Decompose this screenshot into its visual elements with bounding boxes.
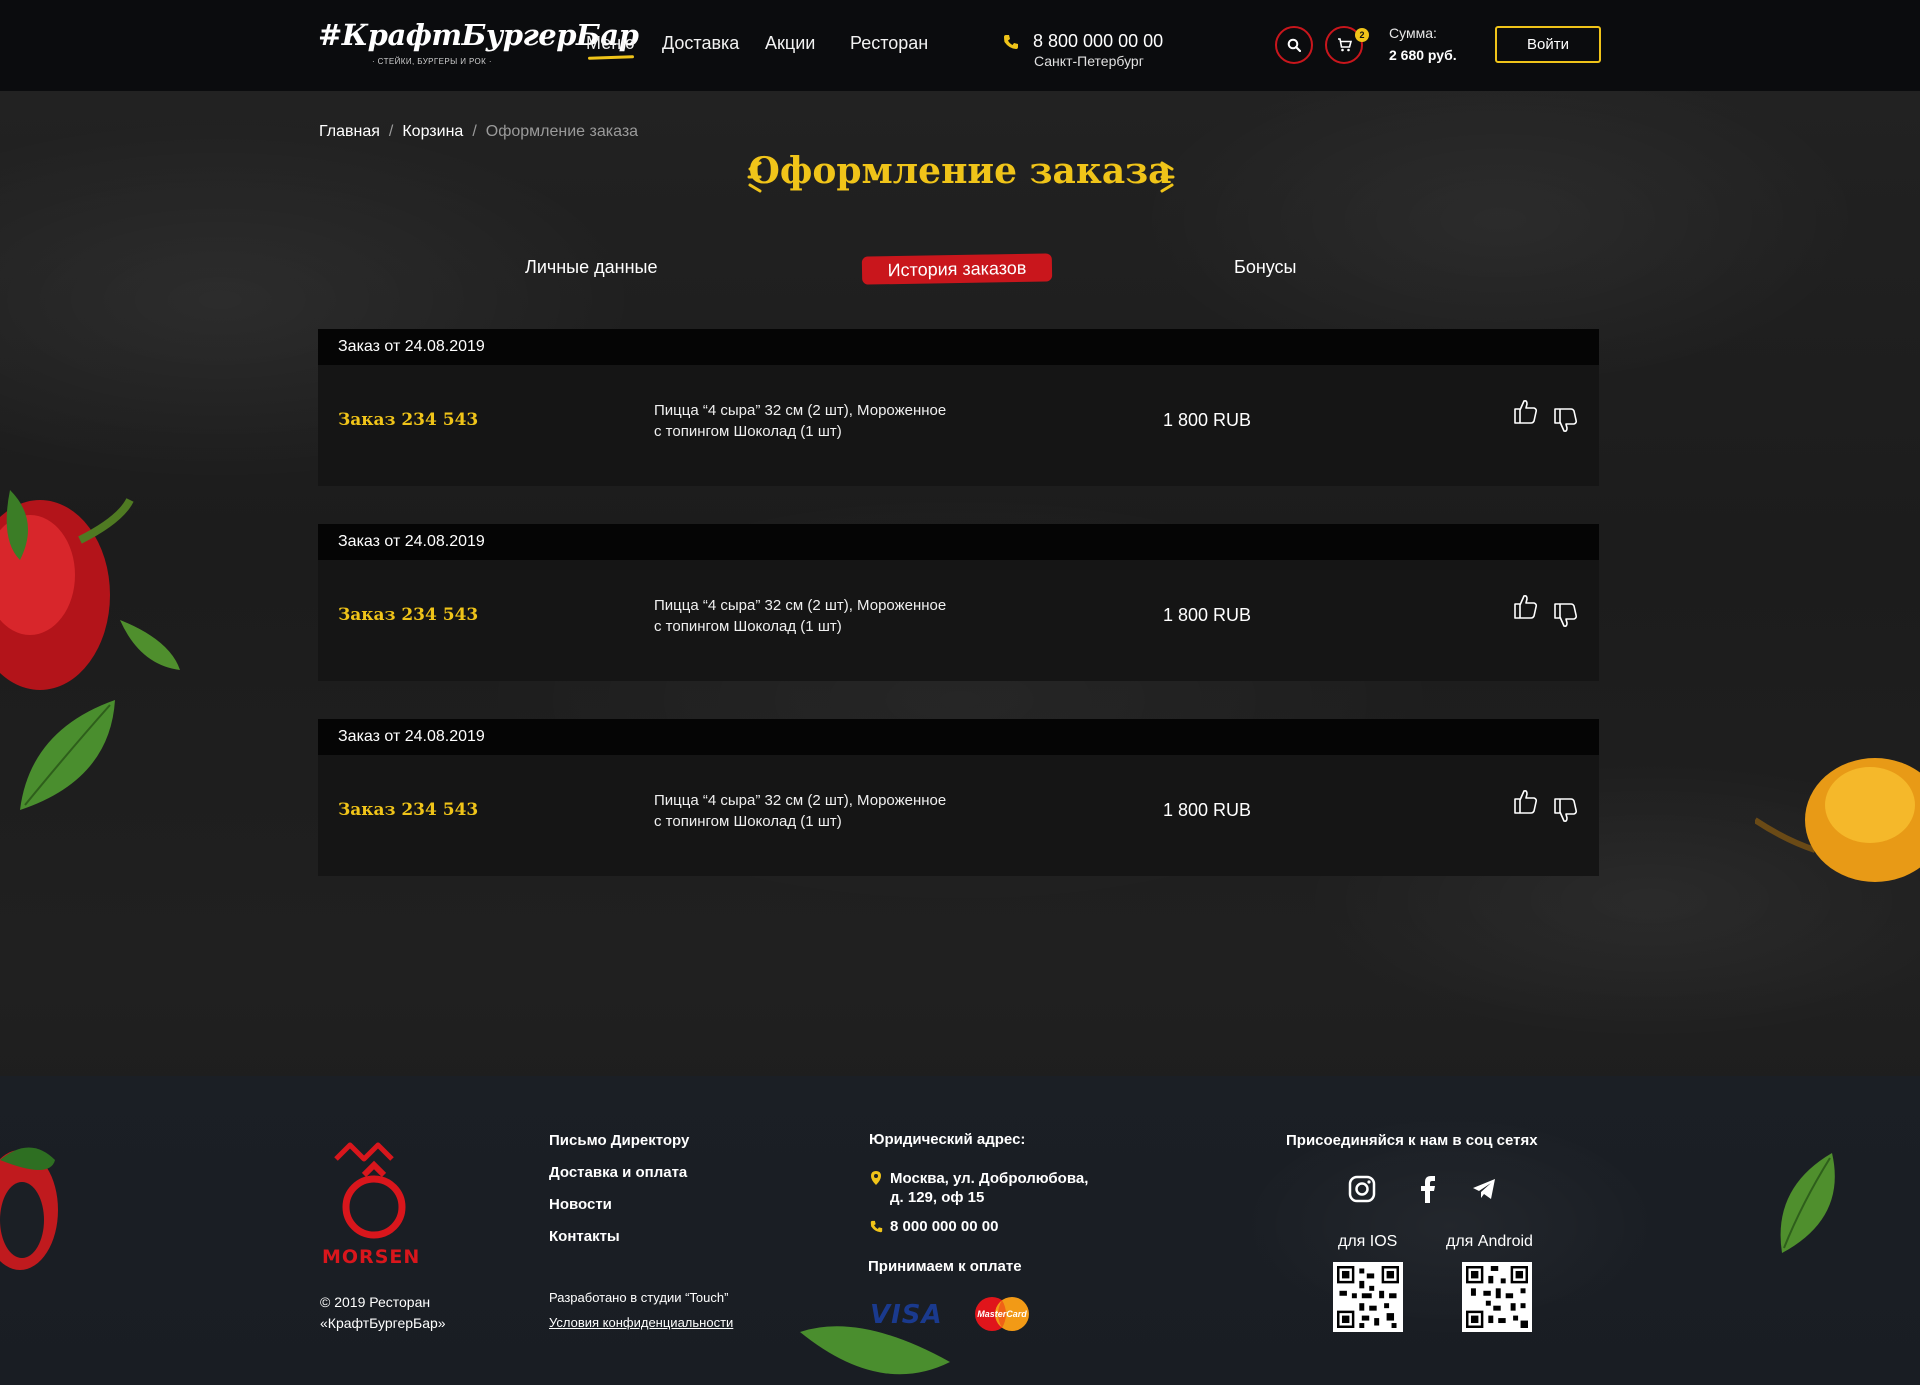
order-date: Заказ от 24.08.2019 — [318, 719, 1599, 755]
nav-item-restaurant[interactable]: Ресторан — [850, 33, 928, 54]
footer-link-delivery[interactable]: Доставка и оплата — [549, 1164, 687, 1181]
order-number[interactable]: Заказ 234 543 — [338, 605, 478, 625]
footer-link-contacts[interactable]: Контакты — [549, 1228, 620, 1245]
visa-logo: VISA — [870, 1300, 943, 1330]
order-items-line: с топингом Шоколад (1 шт) — [654, 813, 842, 830]
logo-tagline: · СТЕЙКИ, БУРГЕРЫ И РОК · — [372, 57, 492, 66]
footer-copyright: © 2019 Ресторан — [320, 1294, 431, 1310]
yellow-pepper-decoration — [1755, 758, 1920, 882]
search-button[interactable] — [1275, 26, 1313, 64]
mastercard-label: MasterCard — [977, 1309, 1027, 1319]
location-icon — [871, 1171, 881, 1185]
facebook-icon[interactable] — [1420, 1175, 1436, 1203]
order-items: Пицца “4 сыра” 32 см (2 шт), Мороженное … — [654, 790, 994, 832]
order-card: Заказ от 24.08.2019 Заказ 234 543 Пицца … — [318, 524, 1599, 681]
order-body: Заказ 234 543 Пицца “4 сыра” 32 см (2 шт… — [318, 755, 1599, 876]
order-card: Заказ от 24.08.2019 Заказ 234 543 Пицца … — [318, 719, 1599, 876]
thumbs-up-icon[interactable] — [1512, 397, 1538, 425]
red-pepper-decoration — [0, 490, 180, 810]
breadcrumb: Главная / Корзина / Оформление заказа — [319, 123, 638, 141]
header-city[interactable]: Санкт-Петербург — [1034, 53, 1144, 69]
footer-brand: MORSEN — [322, 1246, 421, 1268]
order-items: Пицца “4 сыра” 32 см (2 шт), Мороженное … — [654, 595, 994, 637]
nav-active-underline — [587, 55, 635, 60]
tab-personal-data[interactable]: Личные данные — [525, 257, 657, 278]
order-items-line: Пицца “4 сыра” 32 см (2 шт), Мороженное — [654, 792, 947, 809]
footer-legal-title: Юридический адрес: — [869, 1131, 1026, 1148]
site-logo[interactable]: #КрафтБургерБар · СТЕЙКИ, БУРГЕРЫ И РОК … — [318, 18, 639, 70]
qr-code-ios[interactable] — [1333, 1262, 1403, 1332]
order-items-line: Пицца “4 сыра” 32 см (2 шт), Мороженное — [654, 597, 947, 614]
phone-icon — [870, 1220, 883, 1233]
breadcrumb-home[interactable]: Главная — [319, 123, 380, 140]
order-number[interactable]: Заказ 234 543 — [338, 800, 478, 820]
instagram-icon[interactable] — [1348, 1175, 1376, 1203]
thumbs-down-icon[interactable] — [1552, 602, 1578, 630]
order-date: Заказ от 24.08.2019 — [318, 524, 1599, 560]
nav-item-delivery[interactable]: Доставка — [662, 33, 739, 54]
footer-dev-credit[interactable]: Разработано в студии “Touch” — [549, 1290, 728, 1305]
footer-phone[interactable]: 8 000 000 00 00 — [890, 1218, 998, 1235]
order-price: 1 800 RUB — [1163, 800, 1252, 820]
nav-item-menu[interactable]: Меню — [586, 33, 635, 54]
thumbs-up-icon[interactable] — [1512, 787, 1538, 815]
login-button[interactable]: Войти — [1495, 26, 1601, 63]
footer-link-director[interactable]: Письмо Директору — [549, 1132, 689, 1149]
qr-code-android[interactable] — [1462, 1262, 1532, 1332]
thumbs-down-icon[interactable] — [1552, 407, 1578, 435]
breadcrumb-separator: / — [472, 123, 477, 140]
tab-bonuses[interactable]: Бонусы — [1234, 257, 1297, 278]
order-items-line: с топингом Шоколад (1 шт) — [654, 423, 842, 440]
footer-social-title: Присоединяйся к нам в соц сетях — [1286, 1132, 1538, 1149]
order-body: Заказ 234 543 Пицца “4 сыра” 32 см (2 шт… — [318, 365, 1599, 486]
site-header: #КрафтБургерБар · СТЕЙКИ, БУРГЕРЫ И РОК … — [0, 0, 1920, 91]
order-items-line: Пицца “4 сыра” 32 см (2 шт), Мороженное — [654, 402, 947, 419]
telegram-icon[interactable] — [1472, 1178, 1496, 1200]
phone-icon — [1004, 35, 1018, 49]
thumbs-up-icon[interactable] — [1512, 592, 1538, 620]
footer-pepper-decoration — [0, 1147, 58, 1270]
footer-payment-title: Принимаем к оплате — [868, 1258, 1022, 1275]
page-title: Оформление заказа — [748, 150, 1172, 192]
footer-address: Москва, ул. Добролюбова, — [890, 1170, 1089, 1187]
ios-label: для IOS — [1338, 1233, 1398, 1250]
footer-copyright: «КрафтБургерБар» — [320, 1315, 446, 1331]
order-body: Заказ 234 543 Пицца “4 сыра” 32 см (2 шт… — [318, 560, 1599, 681]
breadcrumb-current: Оформление заказа — [485, 123, 639, 140]
nav-item-promos[interactable]: Акции — [765, 33, 815, 54]
footer-leaf-decoration — [1780, 1153, 1835, 1253]
footer-address: д. 129, оф 15 — [890, 1189, 985, 1206]
order-items: Пицца “4 сыра” 32 см (2 шт), Мороженное … — [654, 400, 994, 442]
cart-icon — [1337, 38, 1352, 52]
header-phone[interactable]: 8 800 000 00 00 — [1033, 31, 1163, 52]
thumbs-down-icon[interactable] — [1552, 797, 1578, 825]
mastercard-logo: MasterCard — [975, 1297, 1029, 1331]
order-price: 1 800 RUB — [1163, 605, 1252, 625]
title-right-sparkle-icon — [1160, 161, 1175, 193]
order-price: 1 800 RUB — [1163, 410, 1252, 430]
footer-link-news[interactable]: Новости — [549, 1196, 612, 1213]
footer-leaf-decoration — [800, 1326, 950, 1375]
search-icon — [1287, 38, 1301, 52]
order-number[interactable]: Заказ 234 543 — [338, 410, 478, 430]
breadcrumb-separator: / — [388, 123, 394, 140]
footer-privacy-link[interactable]: Условия конфиденциальности — [549, 1315, 733, 1330]
cart-sum-value: 2 680 руб. — [1389, 47, 1457, 63]
order-card: Заказ от 24.08.2019 Заказ 234 543 Пицца … — [318, 329, 1599, 486]
tab-order-history[interactable]: История заказов — [861, 253, 1053, 285]
order-date: Заказ от 24.08.2019 — [318, 329, 1599, 365]
breadcrumb-cart[interactable]: Корзина — [402, 123, 463, 140]
cart-count-badge: 2 — [1355, 28, 1369, 42]
order-items-line: с топингом Шоколад (1 шт) — [654, 618, 842, 635]
android-label: для Android — [1446, 1233, 1533, 1250]
cart-sum-label: Сумма: — [1389, 25, 1437, 41]
